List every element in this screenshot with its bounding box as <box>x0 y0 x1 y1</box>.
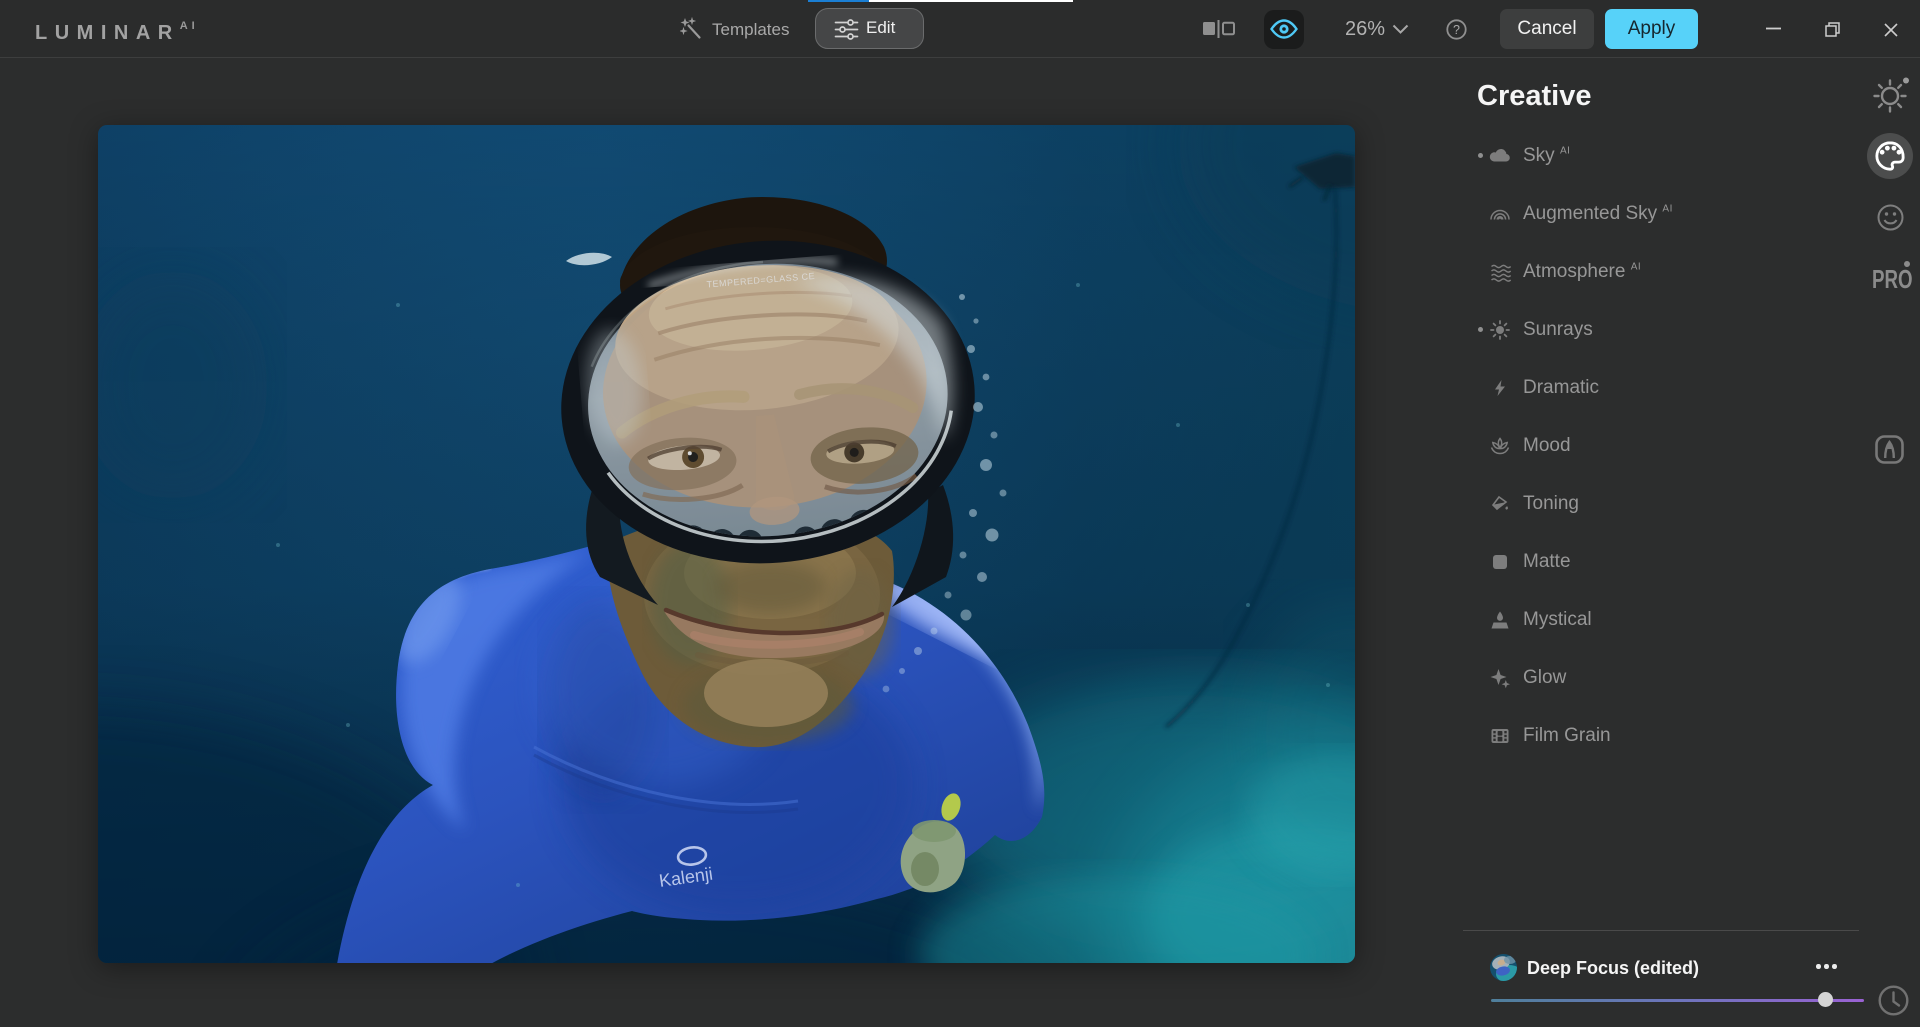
svg-text:?: ? <box>1453 23 1460 37</box>
